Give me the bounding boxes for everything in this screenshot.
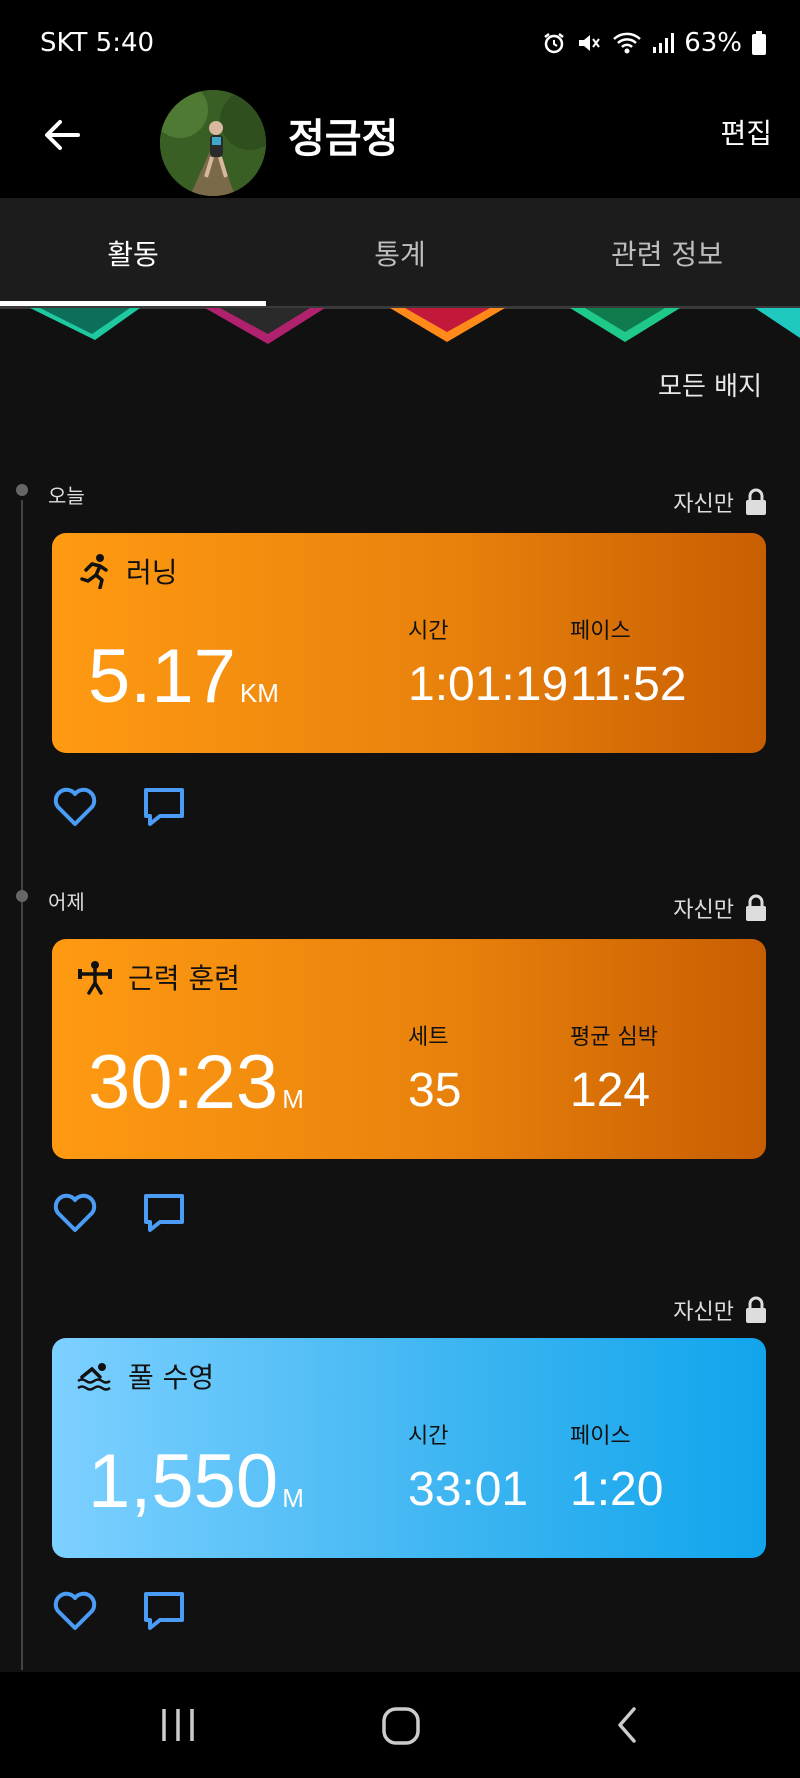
system-nav-bar [0, 1672, 800, 1778]
running-icon [80, 554, 108, 589]
comment-icon[interactable] [142, 1590, 186, 1632]
activity-main-value: 30:23 M [88, 1039, 304, 1126]
stat-label: 페이스 [570, 619, 631, 644]
timeline-dot [16, 484, 28, 496]
badge-icon[interactable] [570, 308, 680, 342]
tab-stats[interactable]: 통계 [267, 198, 533, 308]
stat-value: 33:01 [408, 1463, 529, 1516]
mute-icon [579, 35, 601, 51]
badge-icon[interactable] [755, 308, 800, 338]
battery-icon [752, 31, 766, 55]
duration-value: 30:23 [88, 1040, 279, 1125]
day-label-today: 오늘 [48, 484, 85, 508]
timeline-dot [16, 890, 28, 902]
stat-label: 세트 [408, 1025, 449, 1050]
tab-bar: 활동 통계 관련 정보 [0, 198, 800, 309]
activity-type-label: 풀 수영 [128, 1361, 215, 1394]
back-nav-icon[interactable] [612, 1705, 642, 1745]
lock-icon [746, 488, 766, 515]
status-icons: 63% [542, 28, 766, 58]
stat-value: 11:52 [570, 658, 687, 711]
activity-main-value: 5.17 KM [88, 633, 279, 720]
activity-card-running[interactable]: 러닝 5.17 KM 시간 1:01:19 페이스 11:52 [52, 533, 766, 753]
tab-indicator [0, 301, 266, 306]
edit-button[interactable]: 편집 [720, 112, 772, 152]
distance-unit: KM [239, 678, 279, 708]
comment-icon[interactable] [142, 786, 186, 828]
lock-icon [746, 1296, 766, 1323]
distance-unit: M [282, 1483, 304, 1513]
activity-card-strength[interactable]: 근력 훈련 30:23 M 세트 35 평균 심박 124 [52, 939, 766, 1159]
badge-icon[interactable] [30, 308, 140, 340]
stat-value: 1:01:19 [408, 658, 569, 711]
comment-icon[interactable] [142, 1192, 186, 1234]
stat-label: 페이스 [570, 1424, 631, 1449]
alarm-icon [544, 33, 564, 54]
wifi-icon [613, 32, 642, 54]
reactions-bar [52, 1192, 186, 1234]
badge-icon[interactable] [205, 308, 325, 344]
lock-icon [746, 894, 766, 921]
swimming-icon [77, 1363, 111, 1391]
status-bar: SKT 5:40 63% [0, 0, 800, 90]
arrow-left-icon [45, 120, 80, 150]
avatar[interactable] [160, 90, 266, 196]
privacy-label: 자신만 [673, 486, 768, 518]
reactions-bar [52, 786, 186, 828]
badge-strip[interactable] [0, 308, 800, 344]
heart-icon[interactable] [52, 1192, 98, 1234]
carrier-time: SKT 5:40 [40, 28, 155, 58]
weightlifting-icon [78, 961, 112, 995]
reactions-bar [52, 1590, 186, 1632]
stat-label: 시간 [408, 619, 449, 644]
stat-label: 평균 심박 [570, 1025, 658, 1050]
privacy-text: 자신만 [673, 492, 734, 517]
home-icon[interactable] [380, 1705, 422, 1747]
activity-type: 근력 훈련 [76, 957, 240, 997]
stat-value: 124 [570, 1064, 651, 1117]
battery-percent: 63% [684, 28, 742, 58]
profile-header: 정금정 편집 [0, 90, 800, 198]
heart-icon[interactable] [52, 786, 98, 828]
distance-value: 5.17 [88, 634, 236, 719]
privacy-text: 자신만 [673, 1300, 734, 1325]
tab-related-info[interactable]: 관련 정보 [534, 198, 800, 308]
day-label-yesterday: 어제 [48, 890, 85, 914]
stat-label: 시간 [408, 1424, 449, 1449]
back-button[interactable] [38, 110, 88, 160]
recent-apps-icon[interactable] [158, 1705, 198, 1745]
activity-type: 풀 수영 [76, 1356, 214, 1396]
activity-card-pool-swim[interactable]: 풀 수영 1,550 M 시간 33:01 페이스 1:20 [52, 1338, 766, 1558]
activity-main-value: 1,550 M [88, 1438, 304, 1525]
signal-icon [653, 33, 675, 53]
tab-activity[interactable]: 활동 [0, 198, 266, 308]
privacy-label: 자신만 [673, 892, 768, 924]
activity-type-label: 근력 훈련 [128, 962, 240, 995]
stat-value: 35 [408, 1064, 462, 1117]
all-badges-link[interactable]: 모든 배지 [658, 366, 762, 403]
badge-icon[interactable] [390, 308, 505, 342]
privacy-text: 자신만 [673, 898, 734, 923]
activity-type: 러닝 [76, 551, 178, 591]
heart-icon[interactable] [52, 1590, 98, 1632]
user-name: 정금정 [288, 116, 399, 162]
privacy-label: 자신만 [673, 1294, 768, 1326]
distance-value: 1,550 [88, 1439, 279, 1524]
timeline-line [21, 500, 23, 1670]
activity-type-label: 러닝 [126, 556, 178, 589]
duration-unit: M [282, 1084, 304, 1114]
stat-value: 1:20 [570, 1463, 664, 1516]
